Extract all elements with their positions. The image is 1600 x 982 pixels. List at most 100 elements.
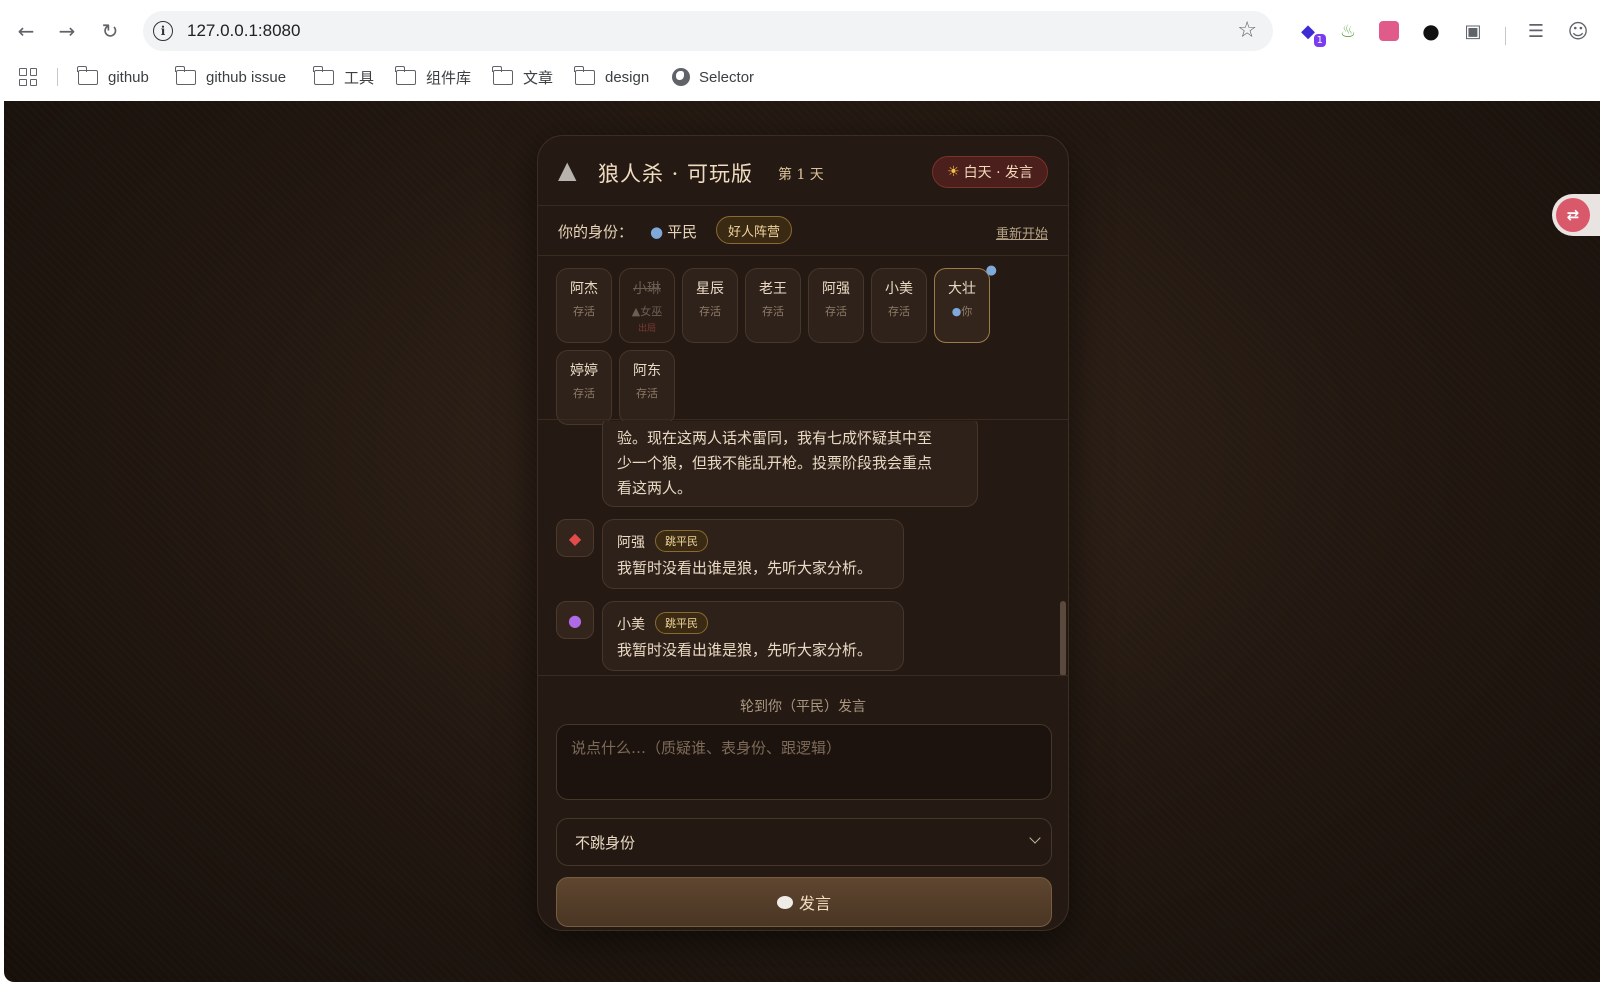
- chat-line: 看这两人。: [617, 479, 693, 497]
- player-card[interactable]: 阿强 存活: [808, 268, 864, 343]
- self-marker-icon: ●: [985, 263, 997, 278]
- player-name: 小美: [885, 281, 913, 297]
- speak-button[interactable]: 发言: [556, 877, 1052, 927]
- player-status: 存活: [636, 387, 658, 400]
- speech-bubble-icon: [776, 895, 793, 909]
- browser-chrome: ← → ↻ i 127.0.0.1:8080 ☆ ◆ 1 ♨ ● ▣ ☰ ☺ gi…: [0, 0, 1600, 101]
- bookmark-label: Selector: [699, 68, 755, 86]
- day-counter: 第 1 天: [778, 167, 824, 183]
- self-label: 你: [961, 305, 973, 318]
- player-name: 阿东: [633, 363, 661, 379]
- extensions-menu-icon[interactable]: ▣: [1459, 17, 1487, 45]
- player-role-revealed: 女巫: [640, 305, 663, 318]
- chat-bubble: 阿强 跳平民 我暂时没看出谁是狼，先听大家分析。: [602, 519, 904, 589]
- sun-icon: ☀: [947, 164, 960, 180]
- game-panel: ▲ 狼人杀 · 可玩版 第 1 天 ☀ 白天 · 发言 你的身份： ● 平民 好人…: [537, 135, 1069, 931]
- folder-icon: [175, 65, 196, 85]
- phase-label: 白天 · 发言: [963, 165, 1033, 181]
- player-card[interactable]: 小美 存活: [871, 268, 927, 343]
- chat-line: 验。现在这两人话术雷同，我有七成怀疑其中至: [617, 429, 933, 447]
- speech-panel: 轮到你（平民）发言 不跳身份 发言: [538, 682, 1068, 930]
- player-card[interactable]: 阿东 存活: [619, 350, 675, 425]
- witch-icon: ▲: [631, 305, 641, 318]
- bookmark-label: 工具: [344, 69, 375, 87]
- bookmark-label: 组件库: [426, 69, 472, 87]
- folder-icon: [395, 65, 416, 85]
- player-name: 小琳: [633, 281, 661, 297]
- crystal-ball-icon: ●: [556, 601, 594, 639]
- player-card[interactable]: 星辰 存活: [682, 268, 738, 343]
- player-name: 婷婷: [570, 363, 598, 379]
- person-icon: ●: [951, 305, 962, 318]
- bookmark-selector[interactable]: Selector: [672, 62, 754, 92]
- player-name: 老王: [759, 281, 787, 297]
- address-bar[interactable]: i 127.0.0.1:8080 ☆: [143, 11, 1273, 51]
- globe-icon: [672, 68, 690, 86]
- site-info-icon[interactable]: i: [153, 21, 173, 41]
- claim-badge: 跳平民: [655, 530, 708, 552]
- player-card[interactable]: 阿杰 存活: [556, 268, 612, 343]
- bookmarks-divider: [57, 68, 58, 86]
- bookmark-label: design: [605, 68, 650, 86]
- apps-grid-icon[interactable]: [19, 68, 37, 86]
- player-status: ●你: [935, 303, 989, 319]
- wolf-icon: ▲: [558, 156, 577, 184]
- bookmark-label: github: [108, 68, 149, 86]
- player-name: 阿强: [822, 281, 850, 297]
- extension-puzzle-color-icon[interactable]: ♨: [1334, 17, 1362, 45]
- speak-button-label: 发言: [798, 894, 831, 913]
- browser-toolbar: ← → ↻ i 127.0.0.1:8080 ☆ ◆ 1 ♨ ● ▣ ☰ ☺: [0, 8, 1600, 56]
- claim-select-value: 不跳身份: [575, 833, 636, 852]
- bookmark-components[interactable]: 组件库: [395, 62, 472, 92]
- bookmark-label: 文章: [523, 69, 554, 87]
- folder-icon: [574, 65, 595, 85]
- speech-input[interactable]: [556, 724, 1052, 800]
- chevron-down-icon: [1029, 832, 1041, 844]
- message-text: 我暂时没看出谁是狼，先听大家分析。: [617, 559, 873, 577]
- bookmark-tools[interactable]: 工具: [313, 62, 375, 92]
- chat-scrollbar[interactable]: [1060, 601, 1066, 675]
- speaker-name: 阿强: [617, 535, 645, 551]
- restart-link[interactable]: 重新开始: [996, 223, 1048, 242]
- bookmark-articles[interactable]: 文章: [492, 62, 554, 92]
- forward-icon[interactable]: →: [51, 15, 83, 47]
- chat-message-partial: 验。现在这两人话术雷同，我有七成怀疑其中至 少一个狼，但我不能乱开枪。投票阶段我…: [602, 421, 978, 507]
- extension-dot-icon[interactable]: ●: [1417, 17, 1445, 45]
- message-text: 我暂时没看出谁是狼，先听大家分析。: [617, 641, 873, 659]
- player-out-note: 出局: [637, 324, 656, 334]
- player-status: 存活: [573, 305, 595, 318]
- player-name: 大壮: [948, 281, 976, 297]
- camp-badge: 好人阵营: [716, 216, 793, 244]
- extension-translate-icon[interactable]: [1375, 17, 1403, 45]
- back-icon[interactable]: ←: [10, 15, 42, 47]
- folder-icon: [77, 65, 98, 85]
- profile-icon[interactable]: ☺: [1564, 17, 1592, 45]
- player-card-dead[interactable]: 小琳 ▲女巫 出局: [619, 268, 675, 343]
- page-viewport: ⇄ ▲ 狼人杀 · 可玩版 第 1 天 ☀ 白天 · 发言 你的身份： ● 平民 …: [4, 101, 1600, 982]
- extension-badge: 1: [1313, 34, 1326, 47]
- media-controls-icon[interactable]: ☰: [1522, 17, 1550, 45]
- extension-gem-icon[interactable]: ◆ 1: [1294, 17, 1326, 47]
- claim-badge: 跳平民: [655, 612, 708, 634]
- identity-label: 你的身份：: [558, 223, 634, 241]
- player-card-self[interactable]: ● 大壮 ●你: [934, 263, 997, 343]
- player-status: 存活: [825, 305, 847, 318]
- bookmark-github-issue[interactable]: github issue: [175, 62, 286, 92]
- player-card[interactable]: 老王 存活: [745, 268, 801, 343]
- translate-icon: ⇄: [1556, 198, 1590, 232]
- claim-select[interactable]: 不跳身份: [556, 818, 1052, 866]
- bookmark-star-icon[interactable]: ☆: [1237, 18, 1257, 43]
- bookmark-design[interactable]: design: [574, 62, 650, 92]
- bookmark-github[interactable]: github: [77, 62, 149, 92]
- reload-icon[interactable]: ↻: [94, 15, 126, 47]
- turn-hint: 轮到你（平民）发言: [740, 699, 866, 715]
- player-status: 存活: [762, 305, 784, 318]
- identity-role: ● 平民: [650, 221, 697, 242]
- role-name: 平民: [667, 223, 698, 241]
- person-icon: ●: [650, 223, 664, 241]
- chat-line: 少一个狼，但我不能乱开枪。投票阶段我会重点: [617, 454, 933, 472]
- url-text[interactable]: 127.0.0.1:8080: [187, 21, 300, 41]
- player-card[interactable]: 婷婷 存活: [556, 350, 612, 425]
- player-grid: 阿杰 存活 小琳 ▲女巫 出局 星辰 存活 老王 存活 阿强 存活 小美 存活 …: [556, 263, 1056, 425]
- translate-floating-button[interactable]: ⇄: [1552, 194, 1600, 236]
